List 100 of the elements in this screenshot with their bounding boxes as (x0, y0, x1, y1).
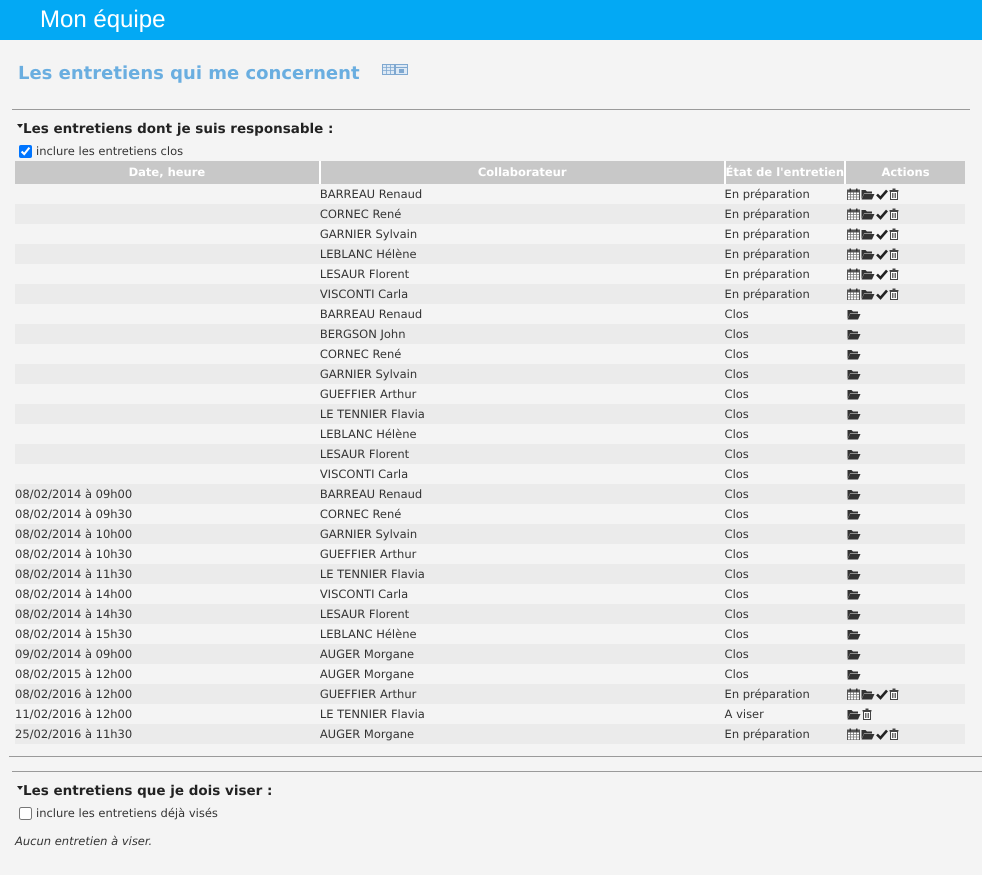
page-title: Les entretiens qui me concernent (18, 62, 360, 86)
folder-icon[interactable] (847, 608, 862, 620)
collaborator-name: GARNIER Sylvain (320, 526, 418, 540)
folder-icon[interactable] (847, 508, 862, 520)
calendar-icon[interactable] (847, 288, 860, 300)
trash-icon[interactable] (862, 708, 872, 720)
checkmark-icon[interactable] (876, 288, 888, 300)
trash-icon[interactable] (889, 688, 900, 700)
status-text: En préparation (724, 686, 810, 700)
calendar-icon[interactable] (847, 728, 860, 740)
collaborator-name: AUGER Morgane (320, 726, 414, 740)
status-text: Clos (724, 586, 749, 600)
folder-icon[interactable] (847, 568, 862, 580)
collaborator-name: GUEFFIER Arthur (320, 546, 416, 560)
folder-icon[interactable] (847, 428, 862, 440)
date-text: 08/02/2014 à 15h30 (15, 626, 132, 640)
folder-icon[interactable] (847, 468, 862, 480)
trash-icon[interactable] (889, 268, 900, 280)
status-text: Clos (724, 626, 749, 640)
trash-icon[interactable] (889, 728, 900, 740)
folder-icon[interactable] (847, 388, 862, 400)
status-text: En préparation (724, 246, 810, 260)
folder-icon[interactable] (861, 268, 876, 280)
trash-icon[interactable] (889, 188, 900, 200)
collaborator-name: VISCONTI Carla (320, 466, 408, 480)
caret-icon[interactable] (17, 786, 23, 790)
status-text: Clos (724, 426, 749, 440)
folder-icon[interactable] (847, 708, 862, 720)
date-text: 25/02/2016 à 11h30 (15, 726, 132, 740)
folder-icon[interactable] (861, 688, 876, 700)
checkmark-icon[interactable] (876, 248, 888, 260)
checkbox[interactable] (19, 806, 32, 820)
folder-icon[interactable] (847, 628, 862, 640)
section-title[interactable]: Les entretiens que je dois viser : (23, 782, 272, 800)
status-text: Clos (724, 406, 749, 420)
calendar-icon[interactable] (847, 268, 860, 280)
collaborator-name: LE TENNIER Flavia (320, 566, 425, 580)
folder-icon[interactable] (861, 288, 876, 300)
folder-icon[interactable] (861, 228, 876, 240)
collaborator-name: VISCONTI Carla (320, 586, 408, 600)
folder-icon[interactable] (861, 728, 876, 740)
calendar-icon[interactable] (847, 208, 860, 220)
calendar-icon[interactable] (847, 248, 860, 260)
collaborator-name: BARREAU Renaud (320, 306, 422, 320)
folder-icon[interactable] (847, 488, 862, 500)
status-text: Clos (724, 506, 749, 520)
collaborator-name: BARREAU Renaud (320, 486, 422, 500)
folder-icon[interactable] (847, 408, 862, 420)
trash-icon[interactable] (889, 248, 900, 260)
date-text: 08/02/2014 à 14h00 (15, 586, 132, 600)
checkbox-label: inclure les entretiens clos (36, 143, 184, 159)
folder-icon[interactable] (861, 208, 876, 220)
checkmark-icon[interactable] (876, 728, 888, 740)
trash-icon[interactable] (889, 208, 900, 220)
date-text: 09/02/2014 à 09h00 (15, 646, 132, 660)
status-text: Clos (724, 646, 749, 660)
folder-icon[interactable] (847, 448, 862, 460)
date-text: 08/02/2014 à 14h30 (15, 606, 132, 620)
calendar-icon[interactable] (847, 688, 860, 700)
status-text: En préparation (724, 206, 810, 220)
folder-icon[interactable] (847, 588, 862, 600)
section-title[interactable]: Les entretiens dont je suis responsable : (23, 120, 334, 138)
status-text: Clos (724, 346, 749, 360)
status-text: En préparation (724, 726, 810, 740)
checkmark-icon[interactable] (876, 208, 888, 220)
checkmark-icon[interactable] (876, 188, 888, 200)
status-text: Clos (724, 566, 749, 580)
folder-icon[interactable] (847, 528, 862, 540)
checkmark-icon[interactable] (876, 688, 888, 700)
folder-icon[interactable] (847, 548, 862, 560)
folder-icon[interactable] (847, 648, 862, 660)
folder-icon[interactable] (861, 188, 876, 200)
collaborator-name: CORNEC René (320, 206, 402, 220)
caret-icon[interactable] (17, 124, 23, 128)
folder-icon[interactable] (847, 368, 862, 380)
checkmark-icon[interactable] (876, 228, 888, 240)
status-text: En préparation (724, 186, 810, 200)
status-text: Clos (724, 466, 749, 480)
date-text: 08/02/2016 à 12h00 (15, 686, 132, 700)
date-text: 11/02/2016 à 12h00 (15, 706, 132, 720)
date-text: 08/02/2014 à 11h30 (15, 566, 132, 580)
collaborator-name: LE TENNIER Flavia (320, 706, 425, 720)
collaborator-name: CORNEC René (320, 506, 402, 520)
status-text: Clos (724, 446, 749, 460)
collaborator-name: LEBLANC Hélène (320, 246, 417, 260)
calendar-icon[interactable] (847, 228, 860, 240)
trash-icon[interactable] (889, 288, 900, 300)
folder-icon[interactable] (847, 328, 862, 340)
trash-icon[interactable] (889, 228, 900, 240)
checkmark-icon[interactable] (876, 268, 888, 280)
checkbox[interactable] (19, 144, 32, 158)
folder-icon[interactable] (861, 248, 876, 260)
status-text: Clos (724, 306, 749, 320)
folder-icon[interactable] (847, 668, 862, 680)
status-text: En préparation (724, 226, 810, 240)
folder-icon[interactable] (847, 308, 862, 320)
folder-icon[interactable] (847, 348, 862, 360)
collaborator-name: BERGSON John (320, 326, 406, 340)
collaborator-name: LEBLANC Hélène (320, 626, 417, 640)
calendar-icon[interactable] (847, 188, 860, 200)
